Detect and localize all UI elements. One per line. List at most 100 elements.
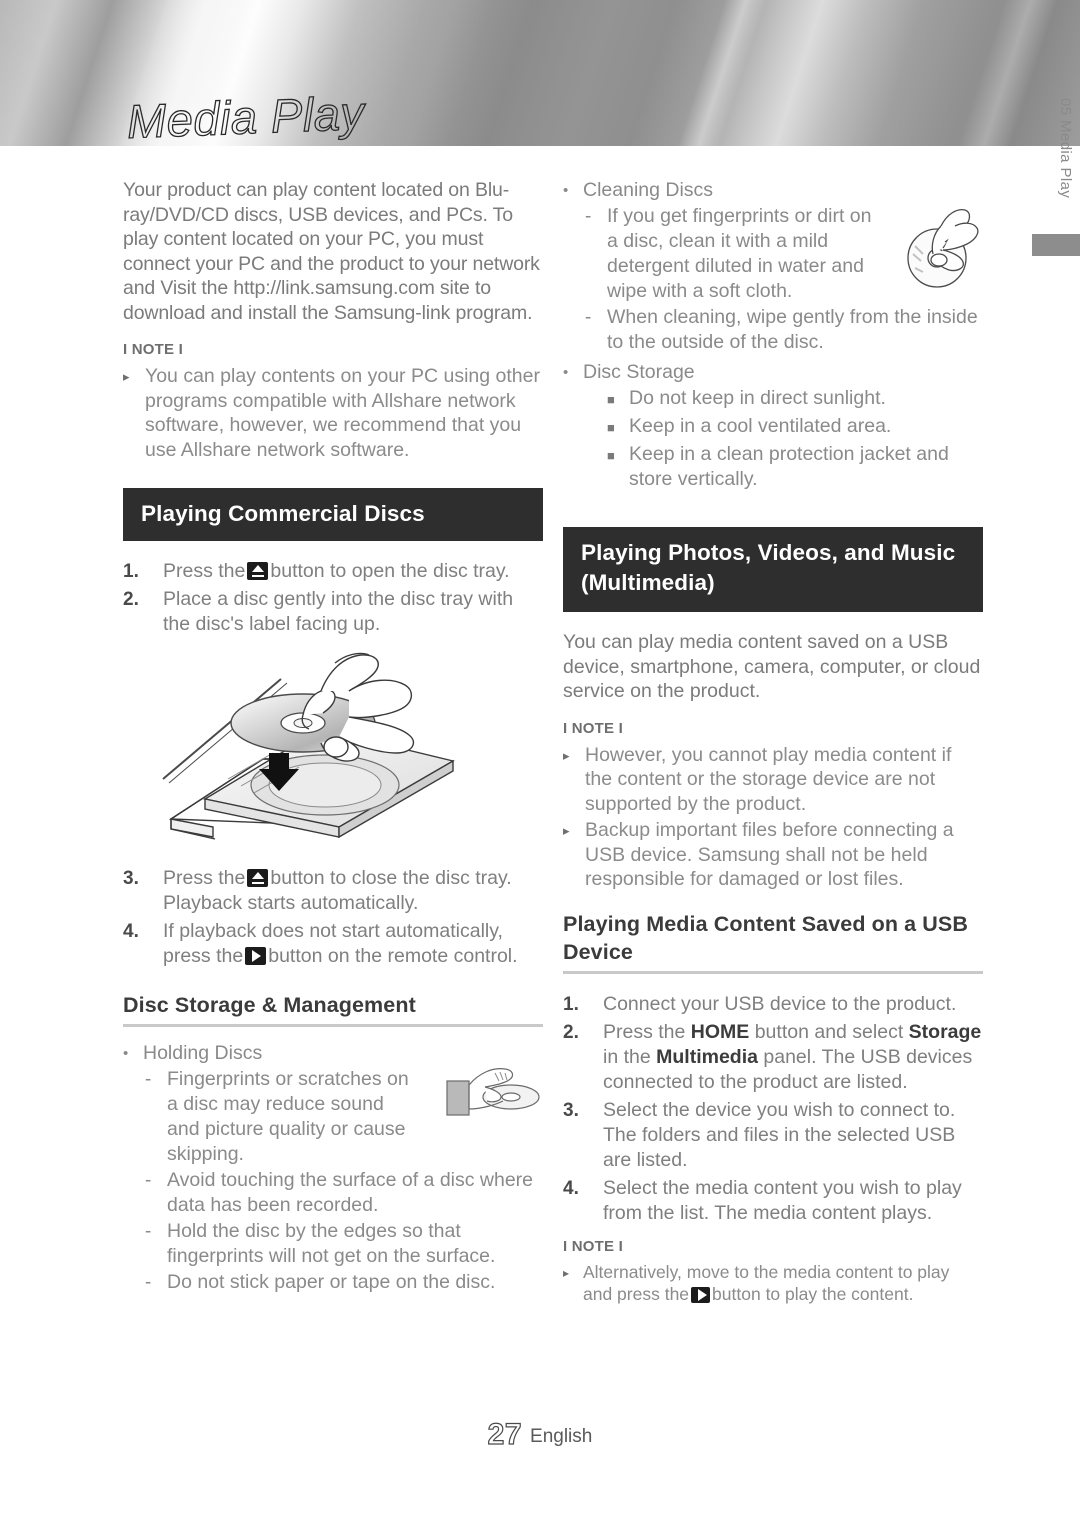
triangle-bullet-icon: ▸ xyxy=(123,369,130,384)
step-number: 2. xyxy=(563,1021,579,1043)
bullet-item: ■ Keep in a clean protection jacket and … xyxy=(607,442,983,492)
step-number: 4. xyxy=(123,921,139,942)
usb-header-line-1: Playing Media Content Saved on a USB xyxy=(563,911,969,936)
section-header-playing-multimedia: Playing Photos, Videos, and Music (Multi… xyxy=(563,527,983,612)
page-language: English xyxy=(530,1426,593,1447)
step-text: Press the HOME button and select Storage… xyxy=(603,1020,982,1093)
step-text: Select the media content you wish to pla… xyxy=(603,1176,962,1224)
page-footer: 27 English xyxy=(0,1417,1080,1452)
step-item: 2. Press the HOME button and select Stor… xyxy=(563,1020,983,1095)
step-number: 4. xyxy=(563,1177,579,1199)
dash-bullet-icon: - xyxy=(145,1170,152,1191)
note-item: ▸ Backup important files before connecti… xyxy=(563,818,983,892)
note-item-text: Backup important files before connecting… xyxy=(585,819,954,890)
step-number: 2. xyxy=(123,589,139,610)
note-text-after: button to play the content. xyxy=(712,1284,914,1304)
usb-header-line-2: Device xyxy=(563,939,633,964)
right-column: • Cleaning Discs - If you get fingerprin… xyxy=(563,178,983,1308)
step-text-after: button on the remote control. xyxy=(268,945,518,967)
dash-bullet-icon: - xyxy=(145,1069,152,1090)
round-bullet-icon: • xyxy=(563,182,569,199)
eject-icon xyxy=(247,869,269,887)
step-item: 1. Press the button to open the disc tray… xyxy=(123,559,543,584)
bullet-text: Hold the disc by the edges so that finge… xyxy=(167,1220,496,1267)
note-label: I NOTE I xyxy=(563,1237,623,1255)
dash-bullet-icon: - xyxy=(585,307,592,328)
note-label: I NOTE I xyxy=(563,719,623,737)
step-item: 4. If playback does not start automatica… xyxy=(123,919,543,969)
bullet-item: - Avoid touching the surface of a disc w… xyxy=(145,1168,543,1218)
step-item: 4. Select the media content you wish to … xyxy=(563,1176,983,1226)
bullet-text: Holding Discs xyxy=(143,1042,263,1064)
note-item-text: However, you cannot play media content i… xyxy=(585,743,952,815)
bullet-text: When cleaning, wipe gently from the insi… xyxy=(607,306,978,353)
step-text-after: button to open the disc tray. xyxy=(270,560,510,582)
dash-bullet-icon: - xyxy=(145,1272,152,1293)
commercial-disc-steps-continued: 3. Press the button to close the disc tra… xyxy=(123,866,543,969)
commercial-disc-steps: 1. Press the button to open the disc tray… xyxy=(123,559,543,637)
ui-term: Storage xyxy=(908,1020,982,1043)
multimedia-intro-paragraph: You can play media content saved on a US… xyxy=(563,631,981,702)
square-bullet-icon: ■ xyxy=(607,392,615,407)
play-icon xyxy=(691,1287,711,1303)
step-number: 3. xyxy=(123,868,139,889)
note-item-text: Alternatively, move to the media content… xyxy=(583,1261,983,1306)
square-bullet-icon: ■ xyxy=(607,420,615,435)
note-label: I NOTE I xyxy=(123,341,183,358)
side-tab-label: 05 Media Play xyxy=(1057,98,1074,199)
chapter-side-tab: 05 Media Play xyxy=(1032,98,1080,434)
bullet-text: Do not stick paper or tape on the disc. xyxy=(167,1271,496,1293)
step-text: Select the device you wish to connect to… xyxy=(603,1098,956,1171)
play-icon xyxy=(245,947,267,965)
section-header-line-1: Playing Photos, Videos, and Music xyxy=(581,540,956,565)
page-number: 27 xyxy=(487,1417,523,1451)
step-number: 1. xyxy=(563,993,579,1015)
eject-icon xyxy=(247,562,269,580)
bullet-text: If you get fingerprints or dirt on a dis… xyxy=(607,205,872,302)
step-text-before: Press the xyxy=(163,867,246,889)
cleaning-discs-block: • Cleaning Discs - If you get fingerprin… xyxy=(563,178,983,356)
step-item: 3. Select the device you wish to connect… xyxy=(563,1098,983,1173)
banner-highlight-streak xyxy=(663,0,777,146)
cleaning-disc-illustration xyxy=(897,206,983,297)
section-header-playing-commercial-discs: Playing Commercial Discs xyxy=(123,488,543,541)
manual-page: Media Play 05 Media Play Your product ca… xyxy=(0,0,1080,1514)
intro-paragraph: Your product can play content located on… xyxy=(123,179,540,324)
step-item: 2. Place a disc gently into the disc tra… xyxy=(123,587,543,637)
left-column: Your product can play content located on… xyxy=(123,178,543,1296)
step-text: Place a disc gently into the disc tray w… xyxy=(163,588,514,635)
bullet-item: ■ Keep in a cool ventilated area. xyxy=(607,414,983,441)
step-item: 3. Press the button to close the disc tra… xyxy=(123,866,543,916)
bullet-item: - Hold the disc by the edges so that fin… xyxy=(145,1219,543,1269)
bullet-text: Keep in a cool ventilated area. xyxy=(629,415,892,437)
bullet-text: Do not keep in direct sunlight. xyxy=(629,387,886,409)
page-title: Media Play xyxy=(125,85,366,149)
section-header-line-2: (Multimedia) xyxy=(581,570,715,595)
step-item: 1. Connect your USB device to the produc… xyxy=(563,992,983,1017)
bullet-text: Cleaning Discs xyxy=(583,179,714,201)
bullet-item: - If you get fingerprints or dirt on a d… xyxy=(585,204,889,304)
step-text: Connect your USB device to the product. xyxy=(603,992,957,1015)
bullet-item: • Disc Storage xyxy=(563,360,983,385)
dash-bullet-icon: - xyxy=(585,206,592,227)
step-text: If playback does not start automatically… xyxy=(163,919,543,969)
note-item: ▸ Alternatively, move to the media conte… xyxy=(563,1261,983,1306)
bullet-text: Keep in a clean protection jacket and st… xyxy=(629,443,949,490)
disc-storage-block: • Disc Storage ■ Do not keep in direct s… xyxy=(563,360,983,492)
hand-holding-disc-illustration xyxy=(443,1063,543,1130)
holding-discs-block: • Holding Discs - Fingerprints or scratc xyxy=(123,1041,543,1296)
section-header-disc-storage-management: Disc Storage & Management xyxy=(123,991,543,1027)
step-text: Press the button to close the disc tray. … xyxy=(163,866,543,916)
step-number: 1. xyxy=(123,561,139,582)
square-bullet-icon: ■ xyxy=(607,448,615,463)
step-text-before: Press the xyxy=(163,560,246,582)
bullet-text: Fingerprints or scratches on a disc may … xyxy=(167,1068,409,1165)
bullet-item: • Cleaning Discs xyxy=(563,178,983,203)
ui-term: Multimedia xyxy=(656,1045,758,1068)
bullet-item: - Do not stick paper or tape on the disc… xyxy=(145,1270,543,1295)
ui-term: HOME xyxy=(690,1020,750,1043)
usb-steps: 1. Connect your USB device to the produc… xyxy=(563,992,983,1226)
round-bullet-icon: • xyxy=(123,1045,129,1062)
step-number: 3. xyxy=(563,1099,579,1121)
bullet-item: ■ Do not keep in direct sunlight. xyxy=(607,386,983,413)
